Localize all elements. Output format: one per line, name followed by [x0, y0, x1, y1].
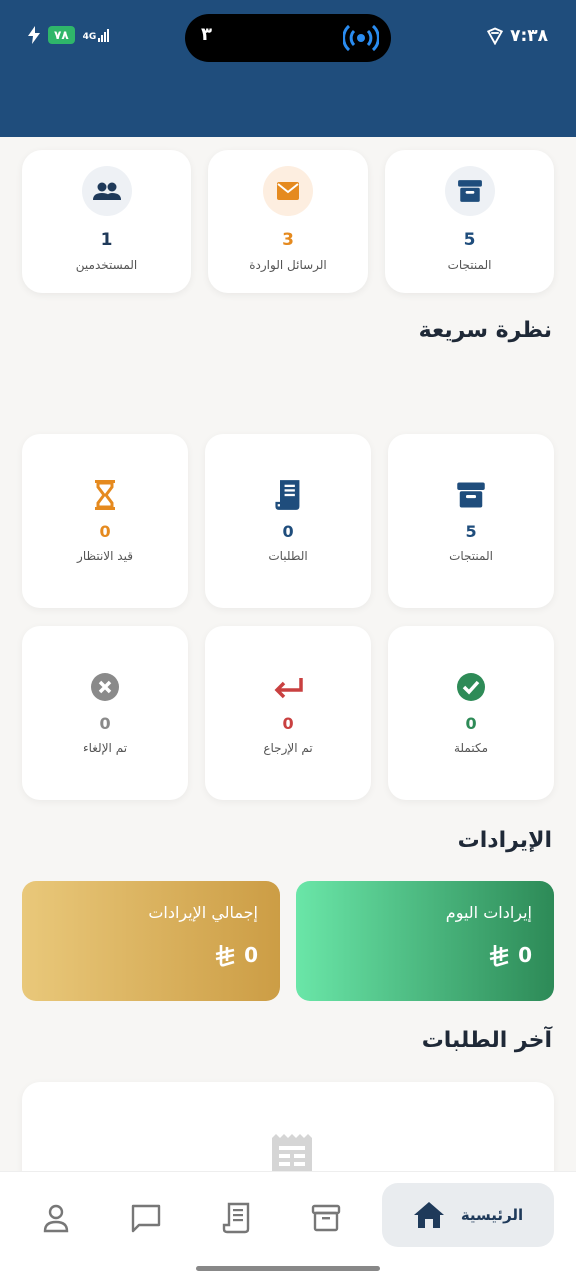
- overview-label: تم الإرجاع: [263, 741, 313, 755]
- revenue-total-label: إجمالي الإيرادات: [148, 903, 258, 922]
- home-indicator: [196, 1266, 380, 1271]
- revenue-total-value: 0: [244, 943, 258, 967]
- return-icon: [274, 678, 303, 699]
- dynamic-island: ٣: [185, 14, 391, 62]
- overview-value: 0: [465, 714, 477, 733]
- cancel-circle-icon: [91, 673, 119, 701]
- overview-title: نظرة سريعة: [418, 318, 552, 343]
- overview-value: 0: [99, 522, 111, 541]
- stat-label: الرسائل الواردة: [249, 258, 327, 272]
- overview-label: الطلبات: [268, 549, 308, 563]
- clock-text: ٧:٣٨: [510, 26, 548, 46]
- archive-icon: [457, 482, 485, 508]
- nav-home-label: الرئيسية: [460, 1206, 524, 1224]
- stat-icon-circle: [81, 166, 132, 216]
- nav-messages-button[interactable]: [126, 1198, 166, 1238]
- overview-label: المنتجات: [449, 549, 493, 563]
- overview-card-orders[interactable]: 0 الطلبات: [205, 434, 371, 608]
- stat-icon-circle: [263, 166, 313, 216]
- revenue-today-label: إيرادات اليوم: [445, 903, 532, 922]
- overview-card-completed[interactable]: 0 مكتملة: [388, 626, 554, 800]
- stat-label: المستخدمين: [75, 258, 138, 272]
- stat-card-users[interactable]: 1 المستخدمين: [22, 150, 191, 293]
- shield-vpn-icon: [486, 27, 504, 45]
- stat-value: 1: [100, 230, 113, 250]
- hourglass-icon: [95, 480, 115, 510]
- nav-products-button[interactable]: [306, 1198, 346, 1238]
- overview-card-cancelled[interactable]: 0 تم الإلغاء: [22, 626, 188, 800]
- nav-orders-button[interactable]: [216, 1198, 256, 1238]
- nav-home-button[interactable]: الرئيسية: [382, 1183, 554, 1247]
- bottom-navigation: الرئيسية: [0, 1171, 576, 1280]
- home-icon: [413, 1202, 444, 1228]
- status-bar-indicators: ٧٨ 4G: [28, 26, 110, 44]
- receipt-outline-icon: [222, 1202, 250, 1234]
- overview-card-pending[interactable]: 0 قيد الانتظار: [22, 434, 188, 608]
- latest-orders-title: آخر الطلبات: [421, 1028, 552, 1053]
- riyal-icon: [489, 945, 509, 967]
- overview-label: قيد الانتظار: [77, 549, 133, 563]
- chat-icon: [131, 1204, 161, 1233]
- archive-outline-icon: [311, 1204, 341, 1232]
- check-circle-icon: [457, 673, 485, 701]
- archive-icon: [457, 180, 482, 202]
- stat-value: 5: [463, 230, 476, 250]
- revenue-today-value: 0: [518, 943, 532, 967]
- riyal-icon: [215, 945, 235, 967]
- revenue-total-card[interactable]: إجمالي الإيرادات 0: [22, 881, 280, 1001]
- app-header: ٧:٣٨ ٣ ٧٨ 4G: [0, 0, 576, 137]
- receipt-icon: [275, 480, 300, 510]
- battery-level: ٧٨: [48, 26, 75, 44]
- overview-value: 0: [282, 522, 294, 541]
- overview-value: 0: [282, 714, 294, 733]
- person-icon: [43, 1204, 69, 1233]
- charging-bolt-icon: [28, 26, 40, 44]
- overview-value: 0: [99, 714, 111, 733]
- stat-card-inbox[interactable]: 3 الرسائل الواردة: [208, 150, 368, 293]
- nav-profile-button[interactable]: [36, 1198, 76, 1238]
- stat-icon-circle: [444, 166, 495, 216]
- mail-icon: [277, 182, 299, 200]
- overview-card-products[interactable]: 5 المنتجات: [388, 434, 554, 608]
- broadcast-icon: [343, 24, 379, 52]
- revenue-title: الإيرادات: [457, 828, 552, 853]
- stat-value: 3: [282, 230, 294, 250]
- cellular-signal-icon: 4G: [83, 28, 110, 42]
- stat-card-products[interactable]: 5 المنتجات: [385, 150, 554, 293]
- overview-label: تم الإلغاء: [82, 741, 128, 755]
- island-number: ٣: [201, 24, 212, 45]
- overview-card-returned[interactable]: 0 تم الإرجاع: [205, 626, 371, 800]
- overview-value: 5: [465, 522, 477, 541]
- revenue-today-card[interactable]: إيرادات اليوم 0: [296, 881, 554, 1001]
- stat-label: المنتجات: [447, 258, 492, 272]
- users-icon: [92, 182, 121, 200]
- status-bar-time: ٧:٣٨: [486, 26, 548, 46]
- overview-label: مكتملة: [453, 741, 489, 755]
